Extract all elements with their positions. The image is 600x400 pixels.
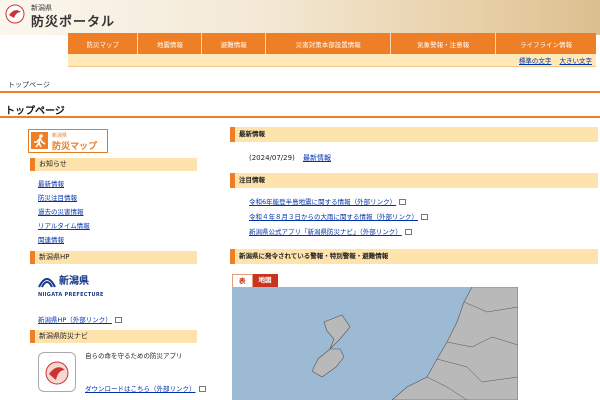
font-size-large-link[interactable]: 大きい文字 <box>560 57 593 65</box>
nav-item-lifeline[interactable]: ライフライン情報 <box>496 33 597 54</box>
warnings-view-tabs: 表 地図 <box>232 274 278 287</box>
notice-heading: お知らせ <box>30 158 197 171</box>
global-nav: 防災マップ 地震情報 避難情報 災害対策本部設置情報 気象警報・注意報 ライフラ… <box>68 33 597 54</box>
attention-links: 令和6年能登半島地震に関する情報（外部リンク） 令和４年８月３日からの大雨に関す… <box>249 195 428 240</box>
site-header: 新潟県 防災ポータル <box>0 0 600 35</box>
external-link-icon <box>198 386 206 392</box>
nav-item-evacuation[interactable]: 避難情報 <box>202 33 267 54</box>
hp-links: 新潟県HP（外部リンク） <box>38 313 122 327</box>
notice-link-latest[interactable]: 最新情報 <box>38 177 90 191</box>
niigata-hp-link[interactable]: 新潟県HP（外部リンク） <box>38 316 112 324</box>
notice-link-related[interactable]: 関連情報 <box>38 233 90 247</box>
attention-link-app[interactable]: 新潟県公式アプリ「新潟県防災ナビ」（外部リンク） <box>249 228 402 236</box>
hp-heading: 新潟県HP <box>30 251 197 264</box>
niigata-prefecture-logo[interactable]: 新潟県 NIIGATA PREFECTURE <box>38 271 104 301</box>
notice-link-realtime[interactable]: リアルタイム情報 <box>38 219 90 233</box>
font-size-bar: 標準の文字 大きい文字 <box>68 54 596 67</box>
nav-item-weather-warnings[interactable]: 気象警報・注意報 <box>391 33 497 54</box>
app-description: 自らの命を守るための防災アプリ <box>85 352 183 360</box>
bousai-navi-app-icon[interactable] <box>38 352 76 392</box>
attention-heading: 注目情報 <box>230 173 598 188</box>
app-download-link[interactable]: ダウンロードはこちら（外部リンク） <box>85 385 196 393</box>
warnings-heading: 新潟県に発令されている警報・特別警報・避難情報 <box>230 249 598 264</box>
notice-link-attention[interactable]: 防災注目情報 <box>38 191 90 205</box>
niigata-logo-en: NIIGATA PREFECTURE <box>38 292 104 298</box>
latest-heading: 最新情報 <box>230 127 598 142</box>
external-link-icon <box>399 199 407 205</box>
evacuation-runner-icon <box>31 132 48 149</box>
page-title: トップページ <box>5 106 65 117</box>
site-title[interactable]: 防災ポータル <box>31 11 115 30</box>
niigata-map-shape <box>311 287 518 400</box>
niigata-emblem-icon <box>38 278 56 288</box>
divider <box>0 116 600 118</box>
notice-links: 最新情報 防災注目情報 過去の災害情報 リアルタイム情報 関連情報 <box>38 177 90 247</box>
attention-link-heavy-rain[interactable]: 令和４年８月３日からの大雨に関する情報（外部リンク） <box>249 213 418 221</box>
nav-item-disaster-map[interactable]: 防災マップ <box>68 33 139 54</box>
app-bird-icon <box>41 355 73 389</box>
bird-logo-icon[interactable] <box>4 3 26 25</box>
latest-date: (2024/07/29) <box>249 154 295 162</box>
warnings-map[interactable] <box>232 287 518 400</box>
nav-item-earthquake[interactable]: 地震情報 <box>138 33 203 54</box>
external-link-icon <box>421 214 428 220</box>
tab-map[interactable]: 地図 <box>252 274 278 287</box>
breadcrumb: トップページ <box>8 81 50 89</box>
external-link-icon <box>404 229 412 235</box>
banner-title: 防災マップ <box>52 142 98 152</box>
latest-row: (2024/07/29) 最新情報 <box>249 153 331 163</box>
divider <box>0 91 600 93</box>
font-size-standard-link[interactable]: 標準の文字 <box>519 57 552 65</box>
external-link-icon <box>114 317 122 323</box>
attention-link-noto-earthquake[interactable]: 令和6年能登半島地震に関する情報（外部リンク） <box>249 198 396 206</box>
disaster-map-banner[interactable]: 新潟県 防災マップ <box>28 129 108 153</box>
nav-item-headquarters[interactable]: 災害対策本部設置情報 <box>266 33 392 54</box>
navi-heading: 新潟県防災ナビ <box>30 330 197 343</box>
niigata-logo-jp: 新潟県 <box>59 276 89 287</box>
banner-prefecture: 新潟県 <box>52 133 68 139</box>
tab-table[interactable]: 表 <box>232 274 253 287</box>
latest-link[interactable]: 最新情報 <box>303 154 331 162</box>
notice-link-past-disasters[interactable]: 過去の災害情報 <box>38 205 90 219</box>
